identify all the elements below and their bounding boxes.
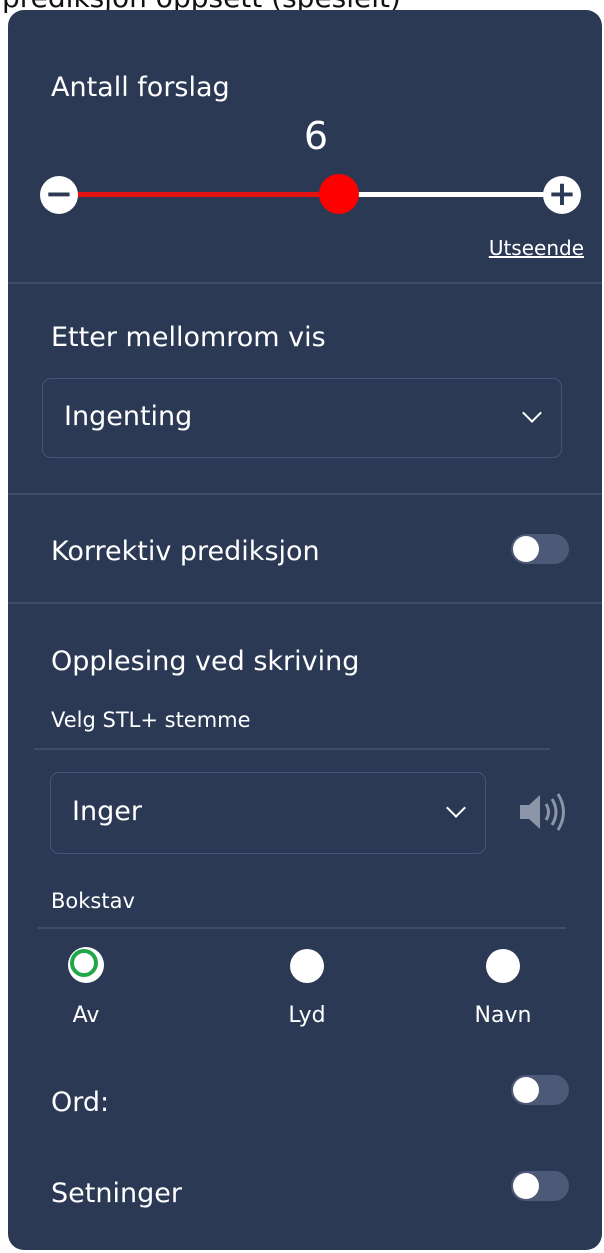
divider xyxy=(8,282,602,284)
chevron-down-icon xyxy=(522,403,542,423)
speaker-icon[interactable] xyxy=(516,790,568,834)
increase-button[interactable]: + xyxy=(543,176,581,214)
decrease-button[interactable]: − xyxy=(40,176,78,214)
letter-option-label: Navn xyxy=(474,1003,532,1028)
after-space-title: Etter mellomrom vis xyxy=(51,322,326,353)
suggestions-value: 6 xyxy=(303,114,329,158)
settings-panel: Antall forslag 6 − + Utseende Etter mell… xyxy=(8,10,602,1250)
letter-radio-name[interactable] xyxy=(486,949,520,983)
sentences-label: Setninger xyxy=(51,1178,182,1209)
toggle-knob xyxy=(513,536,539,562)
after-space-select[interactable]: Ingenting xyxy=(42,378,562,458)
divider xyxy=(38,927,566,929)
corrective-label: Korrektiv prediksjon xyxy=(51,536,320,567)
letter-label: Bokstav xyxy=(51,889,135,913)
voice-select[interactable]: Inger xyxy=(50,772,486,854)
slider-thumb[interactable] xyxy=(319,174,359,214)
suggestions-title: Antall forslag xyxy=(51,72,230,103)
letter-option-label: Lyd xyxy=(288,1003,326,1028)
divider xyxy=(8,493,602,495)
slider-track-filled xyxy=(64,192,340,197)
minus-icon: − xyxy=(44,173,74,214)
words-label: Ord: xyxy=(51,1087,110,1118)
divider xyxy=(34,748,550,750)
voice-label: Velg STL+ stemme xyxy=(51,708,251,732)
appearance-link[interactable]: Utseende xyxy=(489,236,584,260)
chevron-down-icon xyxy=(446,798,466,818)
letter-radio-off[interactable] xyxy=(68,947,104,983)
words-toggle[interactable] xyxy=(511,1075,569,1105)
divider xyxy=(8,602,602,604)
sentences-toggle[interactable] xyxy=(511,1171,569,1201)
plus-icon: + xyxy=(547,174,577,214)
toggle-knob xyxy=(513,1173,539,1199)
letter-radio-sound[interactable] xyxy=(290,949,324,983)
voice-selected: Inger xyxy=(72,796,142,827)
slider-track-empty xyxy=(340,192,548,197)
letter-option-label: Av xyxy=(72,1003,100,1028)
after-space-selected: Ingenting xyxy=(64,401,193,432)
corrective-toggle[interactable] xyxy=(511,534,569,564)
reading-title: Opplesing ved skriving xyxy=(51,646,360,677)
toggle-knob xyxy=(513,1077,539,1103)
